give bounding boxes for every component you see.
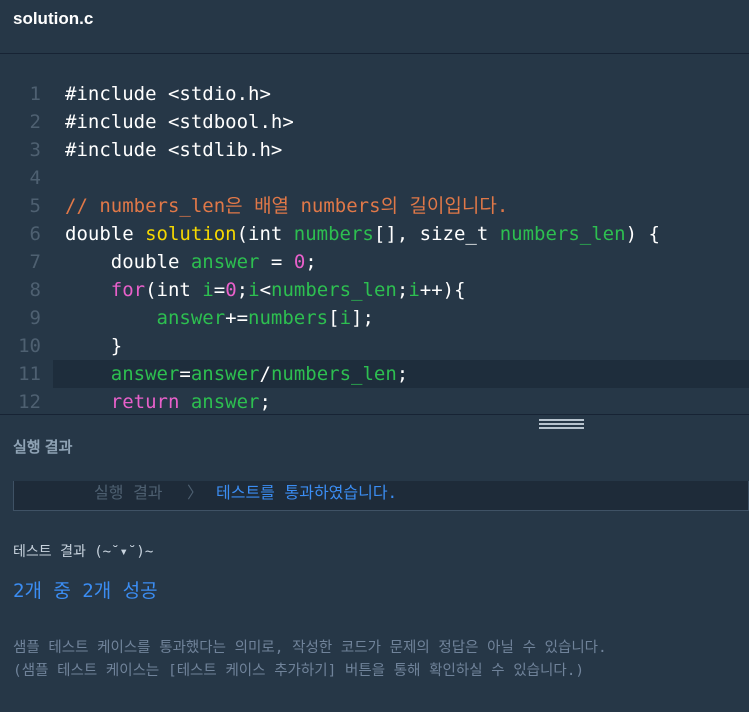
code-line[interactable]: 11 answer=answer/numbers_len; bbox=[18, 360, 749, 388]
line-number: 6 bbox=[29, 223, 41, 245]
code-token: answer bbox=[190, 391, 260, 413]
code-token: answer bbox=[190, 363, 260, 385]
code-token: numbers_len bbox=[499, 223, 626, 245]
code-token: ) { bbox=[625, 223, 660, 245]
line-number: 2 bbox=[29, 111, 41, 133]
code-token: i bbox=[248, 279, 260, 301]
code-token: return bbox=[110, 391, 180, 413]
code-text[interactable]: answer=answer/numbers_len; bbox=[65, 360, 408, 388]
result-note-line-2: (샘플 테스트 케이스는 [테스트 케이스 추가하기] 버튼을 통해 확인하실 … bbox=[13, 663, 585, 679]
file-name-tab[interactable]: solution.c bbox=[13, 9, 93, 29]
code-line[interactable]: 12 return answer; bbox=[0, 388, 749, 414]
resize-handle-icon[interactable] bbox=[539, 419, 584, 430]
code-token: // numbers_len은 배열 numbers의 길이입니다. bbox=[65, 195, 509, 217]
code-token: 0 bbox=[293, 251, 306, 273]
code-line[interactable]: 6 double solution(int numbers[], size_t n… bbox=[0, 220, 749, 248]
code-token: ; bbox=[305, 251, 317, 273]
code-token: = bbox=[179, 363, 191, 385]
code-line[interactable]: 4 bbox=[0, 164, 749, 192]
line-number: 12 bbox=[18, 391, 41, 413]
code-token: [], size_t bbox=[373, 223, 500, 245]
code-token: numbers_len bbox=[270, 363, 397, 385]
code-text[interactable]: #include <stdio.h> bbox=[65, 80, 271, 108]
code-text[interactable]: double answer = 0; bbox=[65, 248, 317, 276]
code-token: (int bbox=[236, 223, 294, 245]
line-number: 8 bbox=[29, 279, 41, 301]
code-token: ; bbox=[236, 279, 249, 301]
code-line[interactable]: 3 #include <stdlib.h> bbox=[0, 136, 749, 164]
code-editor[interactable]: 1 #include <stdio.h> 2 #include <stdbool.h>… bbox=[0, 55, 749, 414]
result-status-bar: 실행 결과 〉 테스트를 통과하였습니다. bbox=[13, 481, 749, 511]
code-token: numbers_len bbox=[271, 279, 397, 301]
code-line[interactable]: 1 #include <stdio.h> bbox=[0, 80, 749, 108]
code-token: ; bbox=[259, 391, 271, 413]
code-line[interactable]: 10 } bbox=[0, 332, 749, 360]
code-text[interactable]: #include <stdlib.h> bbox=[65, 136, 282, 164]
code-token: [ bbox=[328, 307, 340, 329]
code-token: / bbox=[259, 363, 271, 385]
code-token: } bbox=[65, 335, 123, 357]
result-panel-title: 실행 결과 bbox=[13, 439, 73, 456]
code-token: solution bbox=[145, 223, 237, 245]
code-token: for bbox=[110, 279, 146, 301]
line-number: 3 bbox=[29, 139, 41, 161]
code-token: ]; bbox=[351, 307, 374, 329]
code-token: = bbox=[259, 251, 294, 273]
code-line[interactable]: 8 for(int i=0;i<numbers_len;i++){ bbox=[0, 276, 749, 304]
code-token: #include <stdlib.h> bbox=[65, 139, 283, 161]
code-token: (int bbox=[145, 279, 203, 301]
code-token: 0 bbox=[225, 279, 237, 301]
code-line[interactable]: 9 answer+=numbers[i]; bbox=[0, 304, 749, 332]
code-line[interactable]: 7 double answer = 0; bbox=[0, 248, 749, 276]
editor-header: solution.c bbox=[0, 0, 749, 54]
test-result-heading: 테스트 결과 (~˘▾˘)~ bbox=[13, 544, 154, 560]
code-text[interactable]: } bbox=[65, 332, 122, 360]
code-token: answer bbox=[190, 251, 260, 273]
code-token: i bbox=[202, 279, 214, 301]
line-number: 7 bbox=[29, 251, 41, 273]
line-number: 10 bbox=[18, 335, 41, 357]
line-number: 9 bbox=[29, 307, 41, 329]
code-token: i bbox=[339, 307, 352, 329]
result-status-label: 실행 결과 bbox=[94, 483, 163, 502]
code-token: += bbox=[225, 307, 249, 329]
code-token: i bbox=[408, 279, 420, 301]
test-result-summary: 2개 중 2개 성공 bbox=[13, 580, 158, 602]
code-token: answer bbox=[156, 307, 226, 329]
code-token: ++){ bbox=[419, 279, 466, 301]
line-number: 5 bbox=[29, 195, 41, 217]
code-text[interactable]: for(int i=0;i<numbers_len;i++){ bbox=[65, 276, 466, 304]
code-text[interactable]: answer+=numbers[i]; bbox=[65, 304, 374, 332]
code-token: answer bbox=[110, 363, 180, 385]
pane-splitter bbox=[0, 414, 749, 415]
code-line[interactable]: 5 // numbers_len은 배열 numbers의 길이입니다. bbox=[0, 192, 749, 220]
code-line[interactable]: 2 #include <stdbool.h> bbox=[0, 108, 749, 136]
code-text[interactable]: #include <stdbool.h> bbox=[65, 108, 294, 136]
code-token: ; bbox=[396, 363, 409, 385]
line-number: 4 bbox=[29, 167, 41, 189]
chevron-right-icon: 〉 bbox=[187, 483, 204, 502]
code-text[interactable]: double solution(int numbers[], size_t nu… bbox=[65, 220, 660, 248]
result-status-message: 테스트를 통과하였습니다. bbox=[216, 483, 398, 502]
code-token: numbers bbox=[293, 223, 374, 245]
result-note-line-1: 샘플 테스트 케이스를 통과했다는 의미로, 작성한 코드가 문제의 정답은 아… bbox=[13, 640, 607, 656]
code-token: #include <stdbool.h> bbox=[65, 111, 294, 133]
code-token: ; bbox=[396, 279, 409, 301]
line-number: 1 bbox=[29, 83, 41, 105]
code-text[interactable]: return answer; bbox=[65, 388, 271, 414]
line-number: 11 bbox=[18, 363, 41, 385]
code-token: #include <stdio.h> bbox=[65, 83, 271, 105]
code-token: = bbox=[213, 279, 226, 301]
code-text[interactable]: // numbers_len은 배열 numbers의 길이입니다. bbox=[65, 192, 508, 220]
code-token: double bbox=[65, 223, 146, 245]
code-token: < bbox=[259, 279, 272, 301]
code-token: numbers bbox=[248, 307, 329, 329]
code-token: double bbox=[65, 251, 191, 273]
